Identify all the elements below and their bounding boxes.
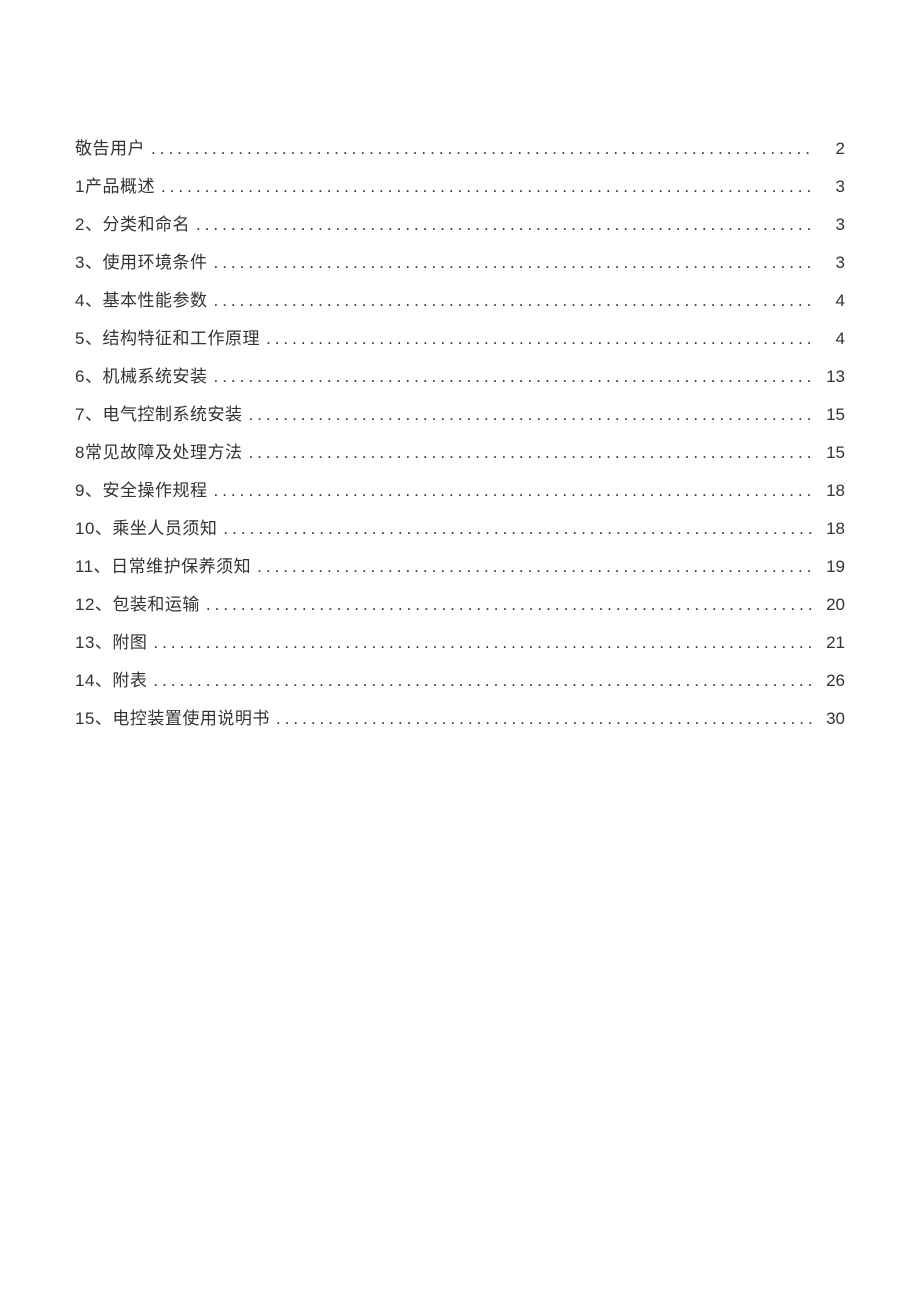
toc-leader-dots	[153, 634, 815, 651]
toc-entry: 14、附表 26	[75, 672, 845, 689]
toc-entry-title: 14、附表	[75, 672, 147, 689]
toc-entry-page: 18	[821, 482, 845, 499]
toc-entry-page: 30	[821, 710, 845, 727]
toc-entry: 9、安全操作规程 18	[75, 482, 845, 499]
toc-entry: 敬告用户 2	[75, 140, 845, 157]
toc-leader-dots	[206, 596, 815, 613]
toc-entry-page: 15	[821, 444, 845, 461]
toc-entry-title: 2、分类和命名	[75, 216, 190, 233]
toc-entry-page: 4	[821, 330, 845, 347]
toc-entry-page: 19	[821, 558, 845, 575]
toc-leader-dots	[153, 672, 815, 689]
toc-entry-title: 7、电气控制系统安装	[75, 406, 242, 423]
toc-entry-title: 11、日常维护保养须知	[75, 558, 251, 575]
toc-entry-page: 21	[821, 634, 845, 651]
toc-entry-page: 2	[821, 140, 845, 157]
toc-entry-page: 3	[821, 254, 845, 271]
toc-entry-title: 4、基本性能参数	[75, 292, 207, 309]
toc-entry: 12、包装和运输 20	[75, 596, 845, 613]
toc-entry-title: 13、附图	[75, 634, 147, 651]
toc-entry-page: 20	[821, 596, 845, 613]
toc-leader-dots	[248, 444, 815, 461]
toc-leader-dots	[213, 254, 815, 271]
toc-entry-title: 6、机械系统安装	[75, 368, 207, 385]
toc-entry: 5、结构特征和工作原理 4	[75, 330, 845, 347]
toc-entry-title: 5、结构特征和工作原理	[75, 330, 260, 347]
toc-leader-dots	[213, 292, 815, 309]
toc-leader-dots	[248, 406, 815, 423]
toc-leader-dots	[213, 368, 815, 385]
toc-entry: 6、机械系统安装 13	[75, 368, 845, 385]
toc-entry-page: 3	[821, 178, 845, 195]
document-page: 敬告用户 2 1产品概述 3 2、分类和命名 3 3、使用环境条件 3 4、基本…	[0, 0, 920, 1303]
toc-entry-title: 9、安全操作规程	[75, 482, 207, 499]
toc-entry: 2、分类和命名 3	[75, 216, 845, 233]
toc-leader-dots	[161, 178, 815, 195]
toc-entry-page: 18	[821, 520, 845, 537]
toc-entry-title: 12、包装和运输	[75, 596, 200, 613]
toc-leader-dots	[213, 482, 815, 499]
toc-entry: 10、乘坐人员须知 18	[75, 520, 845, 537]
toc-entry: 8常见故障及处理方法 15	[75, 444, 845, 461]
toc-entry: 1产品概述 3	[75, 178, 845, 195]
toc-entry-page: 4	[821, 292, 845, 309]
toc-entry-page: 13	[821, 368, 845, 385]
toc-entry: 11、日常维护保养须知 19	[75, 558, 845, 575]
toc-entry-title: 10、乘坐人员须知	[75, 520, 217, 537]
toc-leader-dots	[151, 140, 815, 157]
toc-leader-dots	[196, 216, 815, 233]
toc-leader-dots	[276, 710, 815, 727]
toc-leader-dots	[257, 558, 815, 575]
toc-entry-title: 8常见故障及处理方法	[75, 444, 242, 461]
toc-entry-title: 1产品概述	[75, 178, 155, 195]
toc-entry-title: 敬告用户	[75, 140, 145, 157]
toc-entry: 15、电控装置使用说明书 30	[75, 710, 845, 727]
toc-entry: 13、附图 21	[75, 634, 845, 651]
toc-entry-title: 15、电控装置使用说明书	[75, 710, 270, 727]
toc-leader-dots	[223, 520, 815, 537]
toc-entry: 7、电气控制系统安装 15	[75, 406, 845, 423]
toc-entry: 4、基本性能参数 4	[75, 292, 845, 309]
toc-leader-dots	[266, 330, 815, 347]
toc-entry-page: 26	[821, 672, 845, 689]
toc-entry-page: 3	[821, 216, 845, 233]
toc-entry: 3、使用环境条件 3	[75, 254, 845, 271]
toc-entry-page: 15	[821, 406, 845, 423]
toc-entry-title: 3、使用环境条件	[75, 254, 207, 271]
